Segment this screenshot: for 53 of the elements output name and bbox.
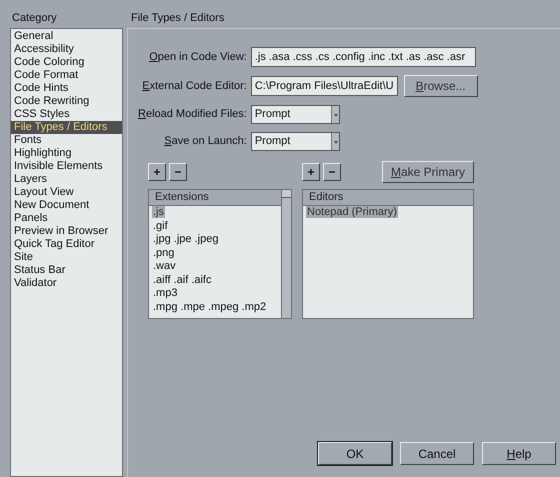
category-item[interactable]: Status Bar [11,264,122,277]
category-item[interactable]: Preview in Browser [11,225,122,238]
field-label: Open in Code View: [149,50,247,65]
category-item[interactable]: Panels [11,212,122,225]
category-item[interactable]: Layout View [11,186,122,199]
list-item[interactable]: .gif [152,220,169,232]
field-label: Save on Launch: [164,134,247,150]
caret-icon [330,106,339,123]
dropdown[interactable]: Prompt [250,132,340,151]
dialog-button[interactable]: Help [482,442,556,465]
remove-button[interactable]: − [323,163,341,181]
list-header: Editors [303,190,473,206]
list-item[interactable]: .mp3 [152,287,178,299]
scrollbar[interactable] [281,190,291,318]
remove-button[interactable]: − [169,163,187,181]
caret-icon [330,133,339,150]
make-primary-button[interactable]: Make Primary [382,161,474,183]
list-item[interactable]: Notepad (Primary) [306,206,398,218]
list-item[interactable]: .wav [152,260,177,272]
dropdown[interactable]: Prompt [250,105,340,124]
input-field[interactable]: C:\Program Files\UltraEdit\U [250,76,398,96]
category-item[interactable]: Code Coloring [11,56,122,69]
category-item[interactable]: Fonts [11,134,122,147]
category-item[interactable]: Accessibility [11,43,122,56]
field-label: Reload Modified Files: [138,107,247,122]
list-item[interactable]: .aiff .aif .aifc [152,274,212,286]
category-item[interactable]: File Types / Editors [11,121,122,134]
browse-button[interactable]: Browse... [404,75,478,97]
dialog-button[interactable]: OK [318,442,392,465]
category-item[interactable]: Code Hints [11,82,122,95]
category-item[interactable]: Layers [11,173,122,186]
add-button[interactable]: + [148,163,166,181]
category-item[interactable]: Highlighting [11,147,122,160]
list-header: Extensions [149,190,281,206]
field-label: External Code Editor: [142,78,247,94]
category-item[interactable]: New Document [11,199,122,212]
category-item[interactable]: CSS Styles [11,108,122,121]
category-item[interactable]: Quick Tag Editor [11,238,122,251]
category-item[interactable]: Validator [11,277,122,290]
category-item[interactable]: Code Rewriting [11,95,122,108]
panel-title: File Types / Editors [130,11,226,26]
category-title: Category [11,11,58,26]
category-item[interactable]: Site [11,251,122,264]
list-item[interactable]: .jpg .jpe .jpeg [152,233,220,245]
category-item[interactable]: Code Format [11,69,122,82]
add-button[interactable]: + [302,163,320,181]
category-item[interactable]: General [11,30,122,43]
list-item[interactable]: .mpg .mpe .mpeg .mp2 [152,300,268,312]
input-field[interactable]: .js .asa .css .cs .config .inc .txt .as .asc .asr [250,47,476,67]
list-item[interactable]: .js [152,206,165,218]
category-item[interactable]: Invisible Elements [11,160,122,173]
list-item[interactable]: .png [152,246,176,258]
dialog-button[interactable]: Cancel [400,442,474,465]
